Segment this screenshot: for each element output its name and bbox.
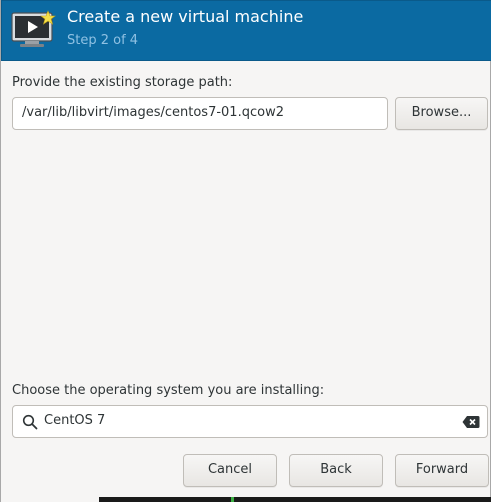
new-vm-dialog: Create a new virtual machine Step 2 of 4… bbox=[0, 0, 491, 502]
storage-path-value: /var/lib/libvirt/images/centos7-01.qcow2 bbox=[22, 105, 284, 120]
os-search-input[interactable]: CentOS 7 bbox=[12, 405, 488, 438]
underlying-window-edge bbox=[99, 497, 491, 502]
clear-text-icon[interactable] bbox=[462, 415, 480, 429]
search-icon bbox=[22, 414, 38, 430]
storage-path-input[interactable]: /var/lib/libvirt/images/centos7-01.qcow2 bbox=[12, 97, 388, 130]
underlying-window-accent bbox=[231, 497, 234, 502]
wizard-step-indicator: Step 2 of 4 bbox=[67, 33, 139, 48]
wizard-title: Create a new virtual machine bbox=[67, 7, 304, 26]
back-button[interactable]: Back bbox=[289, 454, 383, 487]
virtual-machine-new-icon bbox=[11, 10, 56, 47]
forward-button[interactable]: Forward bbox=[395, 454, 489, 487]
wizard-header: Create a new virtual machine Step 2 of 4 bbox=[1, 0, 491, 61]
os-search-value: CentOS 7 bbox=[44, 413, 106, 428]
storage-path-label: Provide the existing storage path: bbox=[12, 75, 233, 90]
cancel-button[interactable]: Cancel bbox=[183, 454, 277, 487]
os-choice-label: Choose the operating system you are inst… bbox=[12, 383, 325, 398]
browse-button[interactable]: Browse... bbox=[395, 97, 488, 130]
